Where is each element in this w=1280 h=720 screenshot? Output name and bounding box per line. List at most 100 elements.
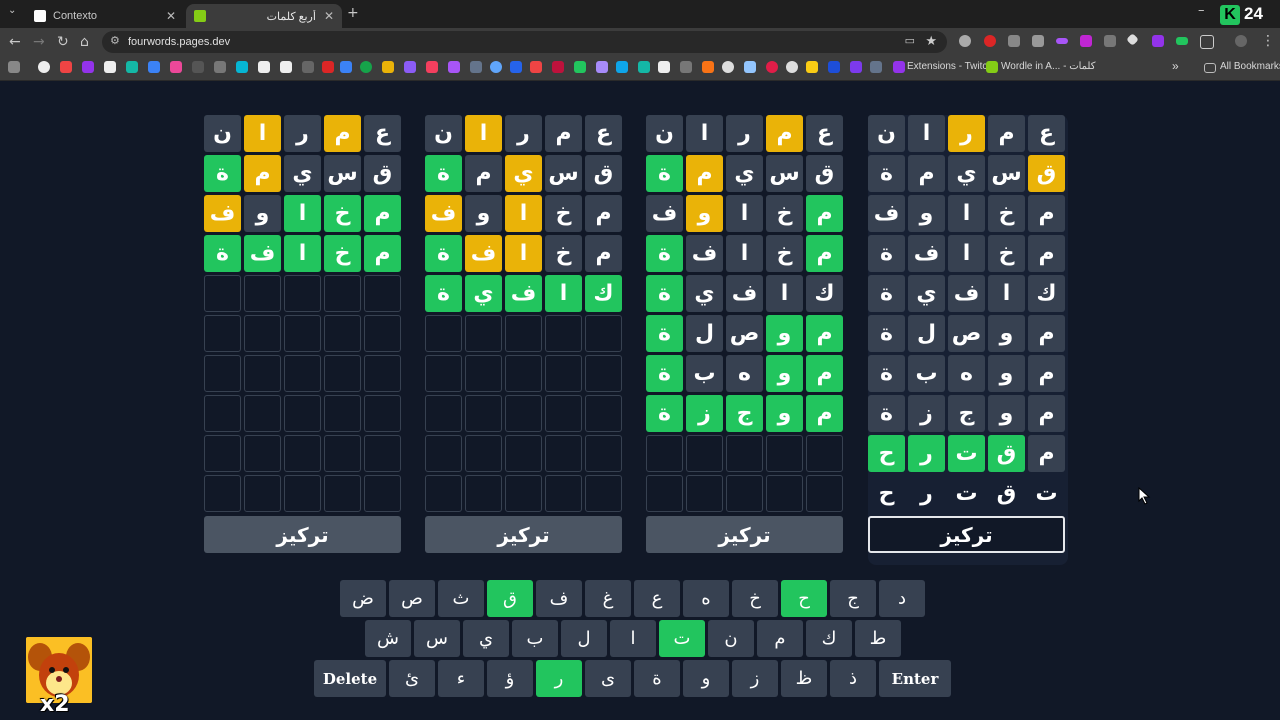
forward-icon[interactable]: →	[33, 34, 45, 50]
letter-key[interactable]: ظ	[781, 660, 827, 697]
all-bookmarks[interactable]: All Bookmarks	[1220, 61, 1280, 72]
bookmark-icon[interactable]	[322, 61, 334, 73]
bookmark-icon[interactable]	[236, 61, 248, 73]
letter-key[interactable]: م	[757, 620, 803, 657]
enter-key[interactable]: Enter	[879, 660, 951, 697]
bookmark-icon[interactable]	[340, 61, 352, 73]
apps-grid-icon[interactable]	[8, 61, 20, 73]
focus-button[interactable]: تركيز	[204, 516, 401, 553]
extension-icon[interactable]	[1056, 38, 1068, 44]
bookmark-icon[interactable]	[490, 61, 502, 73]
bookmark-icon[interactable]	[828, 61, 840, 73]
bookmark-icon[interactable]	[530, 61, 542, 73]
bookmark-wordle-arabic[interactable]: Wordle in A... - كلمات	[1001, 61, 1096, 72]
extension-icon[interactable]	[1008, 35, 1020, 47]
letter-key[interactable]: ج	[830, 580, 876, 617]
site-info-icon[interactable]: ⚙	[110, 34, 120, 47]
letter-key[interactable]: ل	[561, 620, 607, 657]
letter-key[interactable]: ص	[389, 580, 435, 617]
letter-key[interactable]: ي	[463, 620, 509, 657]
address-bar[interactable]: ⚙ fourwords.pages.dev ▭ ★	[102, 31, 947, 53]
bookmark-star-icon[interactable]: ★	[925, 33, 937, 49]
letter-key[interactable]: ه	[683, 580, 729, 617]
letter-key[interactable]: ؤ	[487, 660, 533, 697]
cast-icon[interactable]: ▭	[905, 34, 915, 47]
letter-key[interactable]: د	[879, 580, 925, 617]
tab-contexto[interactable]: Contexto ✕	[26, 4, 184, 28]
bookmark-icon[interactable]	[258, 61, 270, 73]
letter-key[interactable]: ض	[340, 580, 386, 617]
bookmarks-overflow-icon[interactable]: »	[1172, 59, 1179, 73]
bookmark-icon[interactable]	[448, 61, 460, 73]
bookmark-icon[interactable]	[744, 61, 756, 73]
letter-key[interactable]: ز	[732, 660, 778, 697]
extension-icon[interactable]	[984, 35, 996, 47]
focus-button[interactable]: تركيز	[646, 516, 843, 553]
bookmark-icon[interactable]	[404, 61, 416, 73]
bookmark-icon[interactable]	[638, 61, 650, 73]
extension-icon[interactable]	[1080, 35, 1092, 47]
bookmark-icon[interactable]	[170, 61, 182, 73]
bookmark-icon[interactable]	[786, 61, 798, 73]
menu-icon[interactable]: ⋮	[1261, 33, 1275, 49]
extensions-puzzle-icon[interactable]	[1200, 35, 1214, 49]
bookmark-icon[interactable]	[214, 61, 226, 73]
extension-icon[interactable]	[1126, 33, 1139, 46]
bookmark-icon[interactable]	[470, 61, 482, 73]
letter-key[interactable]: ر	[536, 660, 582, 697]
close-icon[interactable]: ✕	[324, 9, 334, 23]
google-bookmark-icon[interactable]	[38, 61, 50, 73]
letter-key[interactable]: ف	[536, 580, 582, 617]
back-icon[interactable]: ←	[9, 34, 21, 50]
bookmark-icon[interactable]	[360, 61, 372, 73]
letter-key[interactable]: غ	[585, 580, 631, 617]
bookmark-icon[interactable]	[510, 61, 522, 73]
bookmark-icon[interactable]	[806, 61, 818, 73]
twitch-extension-icon[interactable]	[1152, 35, 1164, 47]
extension-icon[interactable]	[1032, 35, 1044, 47]
mute-icon[interactable]	[1104, 35, 1116, 47]
tab-fourwords[interactable]: أربع كلمات ✕	[186, 4, 342, 28]
letter-key[interactable]: ة	[634, 660, 680, 697]
letter-key[interactable]: ب	[512, 620, 558, 657]
letter-key[interactable]: ى	[585, 660, 631, 697]
bookmark-extensions-twitch[interactable]: Extensions - Twitch	[907, 61, 993, 72]
extension-icon[interactable]	[959, 35, 971, 47]
extension-icon[interactable]	[1176, 37, 1188, 45]
bookmark-icon[interactable]	[766, 61, 778, 73]
bookmark-icon[interactable]	[126, 61, 138, 73]
bookmark-icon[interactable]	[104, 61, 116, 73]
letter-key[interactable]: ش	[365, 620, 411, 657]
new-tab-button[interactable]: +	[347, 5, 359, 21]
bookmark-icon[interactable]	[702, 61, 714, 73]
bookmark-icon[interactable]	[426, 61, 438, 73]
letter-key[interactable]: ط	[855, 620, 901, 657]
letter-key[interactable]: ء	[438, 660, 484, 697]
letter-key[interactable]: ا	[610, 620, 656, 657]
bookmark-icon[interactable]	[722, 61, 734, 73]
home-icon[interactable]: ⌂	[80, 34, 89, 50]
letter-key[interactable]: خ	[732, 580, 778, 617]
youtube-bookmark-icon[interactable]	[60, 61, 72, 73]
letter-key[interactable]: ت	[659, 620, 705, 657]
letter-key[interactable]: ك	[806, 620, 852, 657]
bookmark-icon[interactable]	[574, 61, 586, 73]
bookmark-icon[interactable]	[596, 61, 608, 73]
bookmark-icon[interactable]	[850, 61, 862, 73]
close-icon[interactable]: ✕	[166, 9, 176, 23]
bookmark-icon[interactable]	[680, 61, 692, 73]
bookmark-icon[interactable]	[280, 61, 292, 73]
delete-key[interactable]: Delete	[314, 660, 386, 697]
letter-key[interactable]: ئ	[389, 660, 435, 697]
letter-key[interactable]: و	[683, 660, 729, 697]
bookmark-icon[interactable]	[658, 61, 670, 73]
bookmark-icon[interactable]	[616, 61, 628, 73]
letter-key[interactable]: س	[414, 620, 460, 657]
twitch-bookmark-icon[interactable]	[82, 61, 94, 73]
focus-button[interactable]: تركيز	[868, 516, 1065, 553]
letter-key[interactable]: ق	[487, 580, 533, 617]
letter-key[interactable]: ح	[781, 580, 827, 617]
bookmark-icon[interactable]	[552, 61, 564, 73]
tab-search-icon[interactable]: ⌄	[8, 5, 16, 16]
bookmark-icon[interactable]	[302, 61, 314, 73]
